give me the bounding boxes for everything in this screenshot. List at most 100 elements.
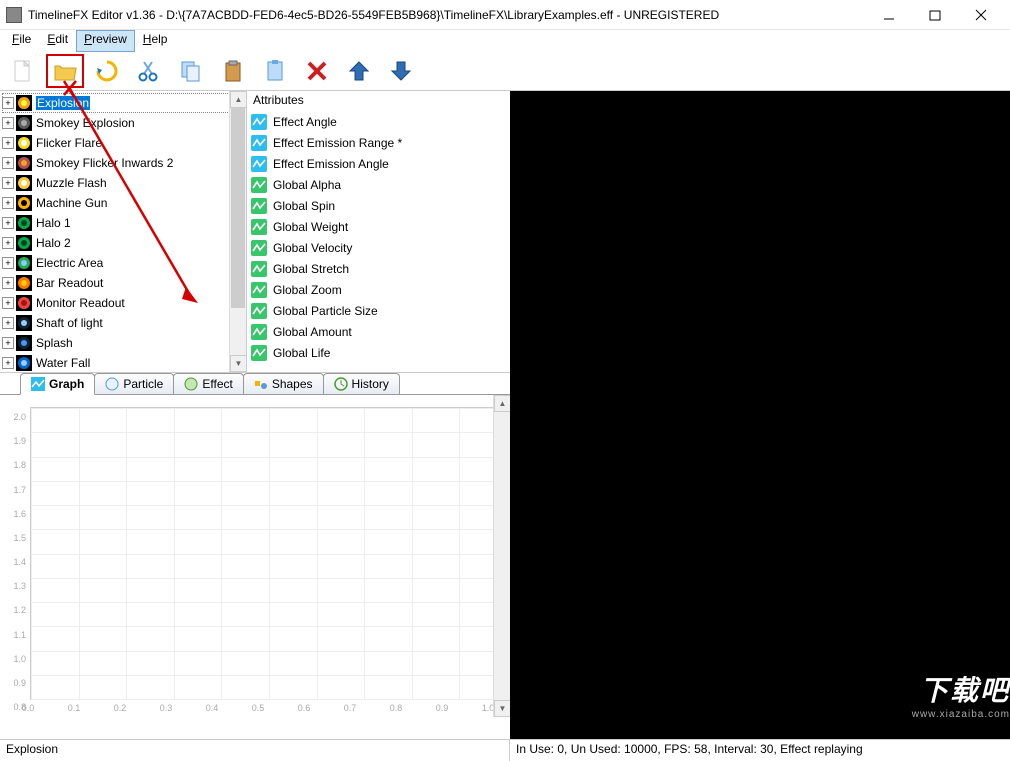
refresh-button[interactable] [88,54,126,88]
tab-history[interactable]: History [323,373,400,394]
y-tick: 1.7 [13,485,26,495]
attributes-list[interactable]: Effect Angle Effect Emission Range * Effec… [247,111,510,363]
attribute-label: Effect Emission Range * [273,136,402,150]
expand-icon[interactable]: + [2,157,14,169]
attribute-item[interactable]: Global Zoom [247,279,510,300]
expand-icon[interactable]: + [2,317,14,329]
tree-item[interactable]: +Bar Readout [2,273,246,293]
expand-icon[interactable]: + [2,217,14,229]
particle-icon [105,377,119,391]
paste-button[interactable] [256,54,294,88]
attribute-label: Global Velocity [273,241,352,255]
y-tick: 1.0 [13,654,26,664]
preview-viewport[interactable]: 下载吧 www.xiazaiba.com [510,91,1010,739]
scroll-up-icon[interactable]: ▲ [230,91,247,108]
tree-item[interactable]: +Water Fall [2,353,246,372]
tree-scrollbar[interactable]: ▲ ▼ [229,91,246,372]
tab-label: Particle [123,377,163,391]
halo-icon [16,215,32,231]
expand-icon[interactable]: + [2,337,14,349]
tree-item[interactable]: +Machine Gun [2,193,246,213]
open-folder-button[interactable] [46,54,84,88]
delete-button[interactable] [298,54,336,88]
cut-button[interactable] [130,54,168,88]
expand-icon[interactable]: + [2,297,14,309]
tree-item[interactable]: +Shaft of light [2,313,246,333]
x-axis: 0.00.10.20.30.40.50.60.70.80.91.0 [28,703,500,715]
expand-icon[interactable]: + [2,257,14,269]
close-button[interactable] [958,1,1004,29]
x-tick: 0.4 [206,703,219,713]
attribute-item[interactable]: Global Spin [247,195,510,216]
expand-icon[interactable]: + [2,117,14,129]
minimize-button[interactable] [866,1,912,29]
tree-item[interactable]: +Halo 2 [2,233,246,253]
attribute-item[interactable]: Effect Emission Angle [247,153,510,174]
window-controls [866,1,1004,29]
move-up-button[interactable] [340,54,378,88]
attribute-item[interactable]: Global Stretch [247,258,510,279]
move-down-button[interactable] [382,54,420,88]
attribute-type-icon [251,114,267,130]
explosion-icon [16,95,32,111]
attribute-item[interactable]: Effect Angle [247,111,510,132]
scroll-down-icon[interactable]: ▼ [494,700,510,717]
splash-icon [16,335,32,351]
expand-icon[interactable]: + [2,357,14,369]
tree-item-label: Monitor Readout [36,296,125,310]
tree-item[interactable]: +Muzzle Flash [2,173,246,193]
graph-grid[interactable] [30,407,508,700]
graph-scrollbar[interactable]: ▲ ▼ [493,395,510,717]
window-title: TimelineFX Editor v1.36 - D:\{7A7ACBDD-F… [28,8,866,22]
x-tick: 0.6 [298,703,311,713]
effect-icon [184,377,198,391]
tree-item[interactable]: + Smokey Flicker Inwards 2 [2,153,246,173]
expand-icon[interactable]: + [2,97,14,109]
tab-label: Shapes [272,377,313,391]
new-file-button[interactable] [4,54,42,88]
attribute-item[interactable]: Global Weight [247,216,510,237]
tree-item[interactable]: +Flicker Flare [2,133,246,153]
attribute-item[interactable]: Global Amount [247,321,510,342]
menu-preview[interactable]: Preview [76,30,135,52]
y-tick: 0.9 [13,678,26,688]
scroll-up-icon[interactable]: ▲ [494,395,510,412]
copy-button[interactable] [172,54,210,88]
tab-shapes[interactable]: Shapes [243,373,324,394]
tree-item[interactable]: + Monitor Readout [2,293,246,313]
flare-icon [16,135,32,151]
tree-item[interactable]: +Halo 1 [2,213,246,233]
attribute-item[interactable]: Effect Emission Range * [247,132,510,153]
menu-edit[interactable]: Edit [39,30,76,52]
attribute-label: Global Life [273,346,330,360]
attribute-label: Effect Angle [273,115,337,129]
tree-item[interactable]: +Electric Area [2,253,246,273]
menu-help[interactable]: Help [135,30,176,52]
scroll-down-icon[interactable]: ▼ [230,355,247,372]
upper-pane: +Explosion+Smokey Explosion+Flicker Flar… [0,91,510,373]
maximize-button[interactable] [912,1,958,29]
scroll-thumb[interactable] [231,108,245,308]
attribute-label: Global Particle Size [273,304,378,318]
tree-item[interactable]: +Smokey Explosion [2,113,246,133]
watermark: 下载吧 www.xiazaiba.com [850,662,1010,727]
effect-tree[interactable]: +Explosion+Smokey Explosion+Flicker Flar… [0,91,246,372]
expand-icon[interactable]: + [2,237,14,249]
tree-item[interactable]: +Explosion [2,93,246,113]
menu-file[interactable]: File [4,30,39,52]
attribute-item[interactable]: Global Particle Size [247,300,510,321]
expand-icon[interactable]: + [2,137,14,149]
tree-item[interactable]: +Splash [2,333,246,353]
expand-icon[interactable]: + [2,197,14,209]
clipboard-button[interactable] [214,54,252,88]
attribute-item[interactable]: Global Life [247,342,510,363]
expand-icon[interactable]: + [2,177,14,189]
tree-pane: +Explosion+Smokey Explosion+Flicker Flar… [0,91,247,372]
tab-effect[interactable]: Effect [173,373,243,394]
tree-item-label: Smokey Flicker Inwards 2 [36,156,173,170]
attribute-item[interactable]: Global Alpha [247,174,510,195]
attribute-item[interactable]: Global Velocity [247,237,510,258]
tab-graph[interactable]: Graph [20,373,95,395]
expand-icon[interactable]: + [2,277,14,289]
tab-particle[interactable]: Particle [94,373,174,394]
